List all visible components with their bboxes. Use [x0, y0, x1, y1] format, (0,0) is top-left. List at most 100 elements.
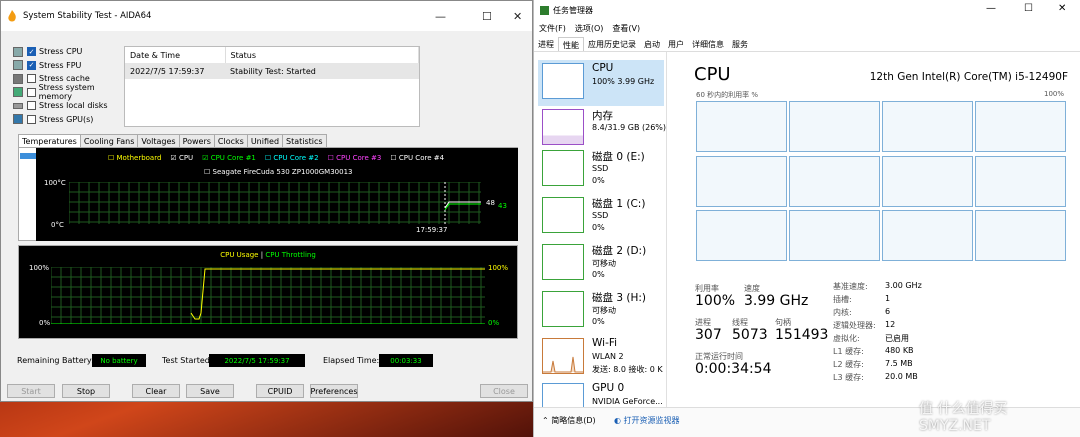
sidebar-item-disk3[interactable]: 磁盘 3 (H:) 可移动 0% — [538, 288, 664, 334]
usage-ymin-r: 0% — [488, 319, 500, 327]
tm-title: 任务管理器 — [553, 6, 593, 15]
stress-memory-option[interactable]: Stress system memory — [13, 83, 128, 101]
legend-cpu[interactable]: ☑ CPU — [170, 154, 193, 162]
graph-max: 100% — [1044, 90, 1065, 98]
status-log[interactable]: Date & Time Status 2022/7/5 17:59:37 Stabi… — [124, 46, 420, 127]
stress-gpu-option[interactable]: Stress GPU(s) — [13, 113, 128, 127]
tm-title-bar: 任务管理器 — [540, 5, 593, 16]
usage-ymin: 0% — [39, 319, 51, 327]
stress-cpu-option[interactable]: ✓ Stress CPU — [13, 45, 128, 59]
close-button[interactable]: Close — [480, 384, 528, 398]
checkbox-icon[interactable] — [27, 114, 36, 124]
checkbox-checked-icon[interactable]: ✓ — [27, 60, 36, 70]
cpu-usage-graph: CPU Usage | CPU Throttling 100% 0% 100% … — [18, 245, 518, 339]
tab-statistics[interactable]: Statistics — [282, 134, 327, 148]
thread-graph — [696, 101, 787, 152]
cpu-temp-line — [444, 201, 481, 209]
legend-core3[interactable]: ☐ CPU Core #3 — [328, 154, 382, 162]
save-button[interactable]: Save — [186, 384, 234, 398]
stop-button[interactable]: Stop — [62, 384, 110, 398]
fpu-icon — [13, 60, 23, 71]
temp-panel: ☐ Motherboard ☑ CPU ☑ CPU Core #1 ☐ CPU … — [18, 147, 518, 241]
tab-voltages[interactable]: Voltages — [137, 134, 180, 148]
cache-icon — [13, 73, 23, 84]
tab-processes[interactable]: 进程 — [534, 37, 558, 51]
watermark: 值 什么值得买 SMYZ.NET — [919, 401, 1008, 434]
cpu-model: 12th Gen Intel(R) Core(TM) i5-12490F — [869, 71, 1068, 83]
checkbox-icon[interactable] — [26, 87, 36, 97]
tab-powers[interactable]: Powers — [178, 134, 215, 148]
thread-graph — [975, 210, 1066, 261]
close-icon[interactable]: ✕ — [513, 10, 522, 23]
col-status[interactable]: Status — [225, 47, 419, 63]
tab-app-history[interactable]: 应用历史记录 — [584, 37, 640, 51]
stress-fpu-option[interactable]: ✓ Stress FPU — [13, 59, 128, 73]
legend-core4[interactable]: ☐ CPU Core #4 — [390, 154, 444, 162]
disk3-thumb — [542, 291, 584, 327]
sidebar-item-memory[interactable]: 内存 8.4/31.9 GB (26%) — [538, 106, 666, 152]
memory-icon — [13, 87, 23, 98]
checkbox-icon[interactable] — [27, 101, 36, 111]
tab-services[interactable]: 服务 — [728, 37, 752, 51]
menu-options[interactable]: 选项(O) — [575, 23, 604, 34]
battery-label: Remaining Battery: — [17, 356, 94, 365]
tab-users[interactable]: 用户 — [664, 37, 688, 51]
col-date[interactable]: Date & Time — [125, 47, 226, 63]
uptime-value: 0:00:34:54 — [695, 361, 772, 377]
speed-value: 3.99 GHz — [744, 293, 809, 309]
cpuid-button[interactable]: CPUID — [256, 384, 304, 398]
tab-startup[interactable]: 启动 — [640, 37, 664, 51]
tab-cooling-fans[interactable]: Cooling Fans — [79, 134, 139, 148]
core1-temp-line — [444, 203, 481, 211]
task-manager-icon — [540, 6, 549, 15]
thread-graph — [696, 156, 787, 207]
tm-tabs: 进程 性能 应用历史记录 启动 用户 详细信息 服务 — [534, 37, 1080, 52]
elapsed-value: 00:03:33 — [379, 354, 433, 367]
legend-ssd[interactable]: ☐ Seagate FireCuda 530 ZP1000GM30013 — [204, 168, 353, 176]
elapsed-label: Elapsed Time: — [323, 356, 380, 365]
checkbox-icon[interactable] — [27, 74, 36, 84]
legend-core2[interactable]: ☐ CPU Core #2 — [265, 154, 319, 162]
threads-value: 5073 — [732, 327, 768, 343]
started-value: 2022/7/5 17:59:37 — [209, 354, 305, 367]
table-row[interactable]: 2022/7/5 17:59:37 Stability Test: Started — [125, 63, 419, 79]
disk2-thumb — [542, 244, 584, 280]
clear-button[interactable]: Clear — [132, 384, 180, 398]
scroll-indicator[interactable] — [20, 153, 36, 159]
sidebar-item-disk1[interactable]: 磁盘 1 (C:) SSD 0% — [538, 194, 664, 240]
aida-title: System Stability Test - AIDA64 — [23, 11, 152, 21]
menu-file[interactable]: 文件(F) — [539, 23, 566, 34]
tab-clocks[interactable]: Clocks — [213, 134, 248, 148]
temp-time: 17:59:37 — [416, 226, 448, 234]
start-button[interactable]: Start — [7, 384, 55, 398]
thread-graph — [882, 156, 973, 207]
tab-unified[interactable]: Unified — [246, 134, 284, 148]
aida-title-bar: System Stability Test - AIDA64 — ☐ ✕ — [1, 1, 532, 31]
tab-details[interactable]: 详细信息 — [688, 37, 728, 51]
sidebar-item-cpu[interactable]: CPU 100% 3.99 GHz — [538, 60, 664, 106]
stress-options: ✓ Stress CPU ✓ Stress FPU Stress cache Str… — [13, 45, 128, 126]
tab-temperatures[interactable]: Temperatures — [18, 134, 81, 148]
resource-monitor-link[interactable]: ◐ 打开资源监视器 — [614, 415, 680, 426]
thread-graph — [789, 210, 880, 261]
minimize-icon[interactable]: — — [435, 10, 446, 23]
maximize-icon[interactable]: ☐ — [482, 10, 492, 23]
menu-view[interactable]: 查看(V) — [612, 23, 640, 34]
maximize-icon[interactable]: ☐ — [1024, 3, 1033, 14]
sidebar-item-disk0[interactable]: 磁盘 0 (E:) SSD 0% — [538, 147, 664, 193]
preferences-button[interactable]: Preferences — [310, 384, 358, 398]
legend-core1[interactable]: ☑ CPU Core #1 — [202, 154, 256, 162]
checkbox-checked-icon[interactable]: ✓ — [27, 47, 36, 57]
summary-link[interactable]: ⌃ 简略信息(D) — [542, 415, 596, 426]
tab-performance[interactable]: 性能 — [558, 37, 584, 51]
disk-icon — [13, 102, 23, 109]
thread-graph — [789, 156, 880, 207]
sidebar-item-wifi[interactable]: Wi-Fi WLAN 2 发送: 8.0 接收: 0 K — [538, 335, 664, 381]
gpu-icon — [13, 114, 23, 125]
sidebar-item-disk2[interactable]: 磁盘 2 (D:) 可移动 0% — [538, 241, 664, 287]
graph-tabs: Temperatures Cooling Fans Voltages Power… — [18, 134, 327, 148]
legend-motherboard[interactable]: ☐ Motherboard — [108, 154, 161, 162]
minimize-icon[interactable]: — — [986, 3, 996, 14]
close-icon[interactable]: ✕ — [1058, 3, 1066, 14]
page-title: CPU — [694, 64, 731, 85]
